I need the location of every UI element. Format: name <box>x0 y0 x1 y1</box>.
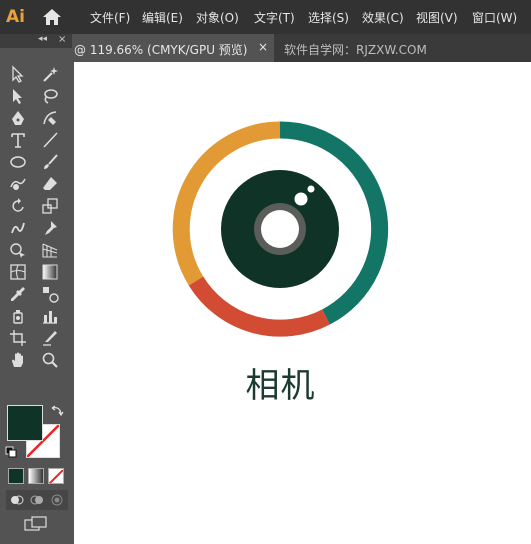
lasso-icon[interactable] <box>37 86 63 106</box>
menu-window[interactable]: 窗口(W) <box>472 9 517 26</box>
puppet-warp-icon[interactable] <box>37 218 63 238</box>
artboard-tool-icon[interactable] <box>5 328 31 348</box>
rotate-tool-icon[interactable] <box>5 196 31 216</box>
flash-dot-small <box>307 185 315 193</box>
gradient-mode-icon[interactable] <box>28 468 44 484</box>
curvature-tool-icon[interactable] <box>37 108 63 128</box>
gradient-tool-icon[interactable] <box>37 262 63 282</box>
line-segment-icon[interactable] <box>37 130 63 150</box>
blend-tool-icon[interactable] <box>37 284 63 304</box>
scale-tool-icon[interactable] <box>37 196 63 216</box>
menu-type[interactable]: 文字(T) <box>254 9 295 26</box>
fill-swatch[interactable] <box>7 405 43 441</box>
menu-select[interactable]: 选择(S) <box>308 9 349 26</box>
lens-glass <box>261 210 299 248</box>
draw-behind-icon[interactable] <box>30 493 44 507</box>
type-tool-icon[interactable] <box>5 130 31 150</box>
none-mode-icon[interactable] <box>48 468 64 484</box>
ellipse-tool-icon[interactable] <box>5 152 31 172</box>
shape-builder-icon[interactable] <box>5 240 31 260</box>
perspective-grid-icon[interactable] <box>37 240 63 260</box>
artboard-canvas[interactable]: 相机 <box>74 62 531 544</box>
menu-bar: Ai 文件(F) 编辑(E) 对象(O) 文字(T) 选择(S) 效果(C) 视… <box>0 0 531 34</box>
document-tab-bar: @ 119.66% (CMYK/GPU 预览) × 软件自学网：RJZXW.CO… <box>74 34 531 62</box>
camera-title: 相机 <box>245 366 316 406</box>
default-colors-icon[interactable] <box>5 446 17 458</box>
mesh-tool-icon[interactable] <box>5 262 31 282</box>
tab-active-label: @ 119.66% (CMYK/GPU 预览) <box>74 43 248 57</box>
slice-tool-icon[interactable] <box>37 328 63 348</box>
tab-other-document[interactable]: 软件自学网：RJZXW.COM <box>284 41 427 58</box>
menu-file[interactable]: 文件(F) <box>90 9 130 26</box>
tab-active-document[interactable]: @ 119.66% (CMYK/GPU 预览) × <box>74 34 274 62</box>
swap-fill-stroke-icon[interactable] <box>50 404 64 418</box>
column-graph-icon[interactable] <box>37 306 63 326</box>
magic-wand-icon[interactable] <box>37 64 63 84</box>
flash-dot-large <box>294 192 308 206</box>
collapse-icon[interactable]: ◂◂ <box>38 34 47 44</box>
paintbrush-icon[interactable] <box>37 152 63 172</box>
direct-selection-icon[interactable] <box>5 86 31 106</box>
selection-tool-icon[interactable] <box>5 64 31 84</box>
draw-inside-icon[interactable] <box>50 493 64 507</box>
menu-effect[interactable]: 效果(C) <box>362 9 404 26</box>
app-logo: Ai <box>6 7 25 27</box>
tools-panel-header: ◂◂ × <box>0 34 72 48</box>
tab-close-icon[interactable]: × <box>258 40 268 54</box>
draw-mode-group <box>6 490 68 510</box>
pen-tool-icon[interactable] <box>5 108 31 128</box>
ring-segment-red <box>188 276 330 337</box>
eraser-icon[interactable] <box>37 174 63 194</box>
menu-edit[interactable]: 编辑(E) <box>142 9 183 26</box>
menu-object[interactable]: 对象(O) <box>196 9 239 26</box>
symbol-sprayer-icon[interactable] <box>5 306 31 326</box>
color-mode-icon[interactable] <box>8 468 24 484</box>
zoom-tool-icon[interactable] <box>37 350 63 370</box>
hand-tool-icon[interactable] <box>5 350 31 370</box>
home-icon[interactable] <box>42 8 62 26</box>
eyedropper-icon[interactable] <box>5 284 31 304</box>
tools-panel: ◂◂ × <box>0 34 72 544</box>
panel-close-icon[interactable]: × <box>58 34 66 45</box>
screen-mode-icon[interactable] <box>24 516 48 532</box>
shaper-tool-icon[interactable] <box>5 174 31 194</box>
draw-normal-icon[interactable] <box>10 493 24 507</box>
warp-tool-icon[interactable] <box>5 218 31 238</box>
camera-icon-artwork <box>172 121 389 337</box>
menu-view[interactable]: 视图(V) <box>416 9 458 26</box>
